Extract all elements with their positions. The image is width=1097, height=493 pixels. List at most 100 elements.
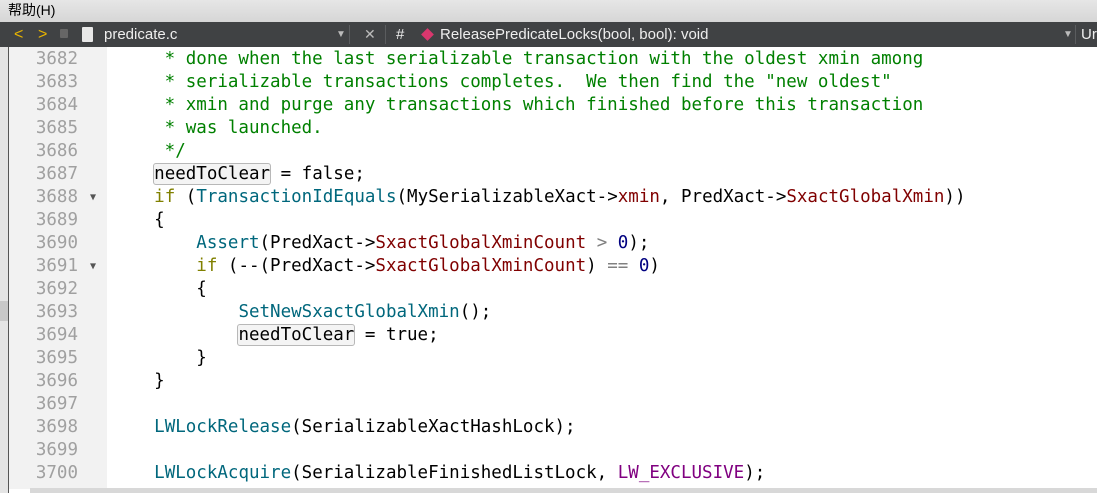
code-token: if xyxy=(196,256,218,276)
code-token: ); xyxy=(628,233,650,253)
back-button[interactable]: < xyxy=(14,22,23,47)
line-number: 3686 xyxy=(35,141,78,161)
code-text: LWLockRelease(SerializableXactHashLock); xyxy=(112,416,575,439)
line-number: 3689 xyxy=(35,210,78,230)
code-token: ) xyxy=(649,256,660,276)
close-icon[interactable]: ✕ xyxy=(364,22,376,47)
line-number: 3682 xyxy=(35,49,78,69)
code-line[interactable]: 3700 LWLockAcquire(SerializableFinishedL… xyxy=(0,462,1097,485)
code-token: == xyxy=(607,256,629,276)
code-line[interactable]: 3688 ▼ if (TransactionIdEquals(MySerializ… xyxy=(0,186,1097,209)
code-line[interactable]: 3696 } xyxy=(0,370,1097,393)
code-line[interactable]: 3687 needToClear = false; xyxy=(0,163,1097,186)
forward-button[interactable]: > xyxy=(38,22,47,47)
code-line[interactable]: 3694 needToClear = true; xyxy=(0,324,1097,347)
line-number: 3697 xyxy=(35,394,78,414)
code-token: (); xyxy=(459,302,492,322)
file-name[interactable]: predicate.c xyxy=(104,22,177,47)
separator xyxy=(349,25,350,44)
code-token: Assert xyxy=(196,233,260,253)
code-text: */ xyxy=(112,140,186,163)
code-token: LWLockAcquire xyxy=(154,463,292,483)
code-text: * xmin and purge any transactions which … xyxy=(112,94,924,117)
symbol-dropdown-icon[interactable]: ▼ xyxy=(1063,22,1073,47)
code-line[interactable]: 3689 { xyxy=(0,209,1097,232)
code-token: xmin xyxy=(617,187,660,207)
line-number: 3699 xyxy=(35,440,78,460)
code-text: { xyxy=(112,278,207,301)
code-token: * was launched. xyxy=(112,118,323,138)
code-token: (--(PredXact-> xyxy=(217,256,376,276)
code-token: LWLockRelease xyxy=(154,417,292,437)
code-line[interactable]: 3685 * was launched. xyxy=(0,117,1097,140)
code-line[interactable]: 3697 xyxy=(0,393,1097,416)
code-token: (MySerializableXact-> xyxy=(396,187,618,207)
code-line[interactable]: 3690 Assert(PredXact->SxactGlobalXminCou… xyxy=(0,232,1097,255)
line-number: 3695 xyxy=(35,348,78,368)
line-number: 3692 xyxy=(35,279,78,299)
file-dropdown-icon[interactable]: ▼ xyxy=(336,22,346,47)
code-line[interactable]: 3698 LWLockRelease(SerializableXactHashL… xyxy=(0,416,1097,439)
editor-toolbar: < > predicate.c ▼ ✕ # ReleasePredicateLo… xyxy=(0,22,1097,47)
code-text: { xyxy=(112,209,165,232)
code-token: (PredXact-> xyxy=(259,233,376,253)
fold-arrow-icon[interactable]: ▼ xyxy=(90,255,96,278)
code-line[interactable]: 3699 xyxy=(0,439,1097,462)
code-line[interactable]: 3682 * done when the last serializable t… xyxy=(0,48,1097,71)
encoding-label[interactable]: Ur xyxy=(1081,22,1097,47)
code-line[interactable]: 3692 { xyxy=(0,278,1097,301)
code-token: 0 xyxy=(638,256,650,276)
line-number: 3688 xyxy=(35,187,78,207)
code-line[interactable]: 3695 } xyxy=(0,347,1097,370)
line-number: 3690 xyxy=(35,233,78,253)
code-text: if (--(PredXact->SxactGlobalXminCount) =… xyxy=(112,255,660,278)
code-token: } xyxy=(112,348,207,368)
line-number: 3698 xyxy=(35,417,78,437)
code-token: )) xyxy=(944,187,966,207)
code-text: Assert(PredXact->SxactGlobalXminCount > … xyxy=(112,232,649,255)
code-token: { xyxy=(112,279,207,299)
code-line[interactable]: 3686 */ xyxy=(0,140,1097,163)
line-number: 3693 xyxy=(35,302,78,322)
line-number: 3687 xyxy=(35,164,78,184)
code-line[interactable]: 3684 * xmin and purge any transactions w… xyxy=(0,94,1097,117)
code-token: LW_EXCLUSIVE xyxy=(617,463,745,483)
code-token: * done when the last serializable transa… xyxy=(112,49,924,69)
code-token: 0 xyxy=(617,233,629,253)
code-token: needToClear xyxy=(153,163,272,185)
code-token: } xyxy=(112,371,165,391)
line-number: 3683 xyxy=(35,72,78,92)
fold-arrow-icon[interactable]: ▼ xyxy=(90,186,96,209)
code-line[interactable]: 3691 ▼ if (--(PredXact->SxactGlobalXminCo… xyxy=(0,255,1097,278)
code-token: * serializable transactions completes. W… xyxy=(112,72,892,92)
code-token: = false; xyxy=(270,164,365,184)
code-token: TransactionIdEquals xyxy=(196,187,397,207)
function-icon xyxy=(421,28,434,41)
line-number: 3684 xyxy=(35,95,78,115)
code-token: ); xyxy=(744,463,766,483)
line-number: 3694 xyxy=(35,325,78,345)
lock-icon[interactable] xyxy=(60,29,68,38)
code-token: ) xyxy=(586,256,608,276)
code-token: = true; xyxy=(354,325,439,345)
code-text: * done when the last serializable transa… xyxy=(112,48,924,71)
file-icon xyxy=(82,27,93,42)
menu-help[interactable]: 帮助(H) xyxy=(8,0,55,20)
horizontal-scrollbar[interactable] xyxy=(30,488,1097,493)
code-token: SetNewSxactGlobalXmin xyxy=(238,302,460,322)
separator xyxy=(1075,25,1076,44)
code-text: needToClear = true; xyxy=(112,324,439,347)
code-line[interactable]: 3693 SetNewSxactGlobalXmin(); xyxy=(0,301,1097,324)
separator xyxy=(385,25,386,44)
code-token: (SerializableFinishedListLock, xyxy=(291,463,618,483)
code-token: SxactGlobalXminCount xyxy=(375,256,587,276)
symbol-selector[interactable]: ReleasePredicateLocks(bool, bool): void xyxy=(440,22,708,47)
code-line[interactable]: 3683 * serializable transactions complet… xyxy=(0,71,1097,94)
menu-bar: 帮助(H) xyxy=(0,0,1097,22)
